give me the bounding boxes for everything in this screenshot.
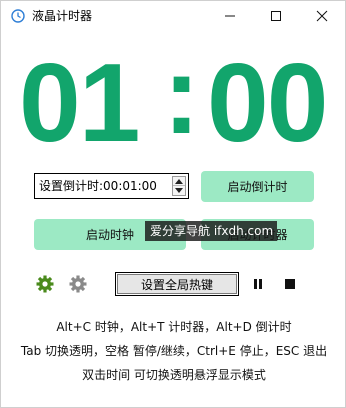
set-global-hotkey-button[interactable]: 设置全局热键: [115, 272, 239, 296]
close-button[interactable]: [299, 1, 345, 31]
maximize-button[interactable]: [253, 1, 299, 31]
help-text-controls: Tab 切换透明，空格 暂停/继续，Ctrl+E 停止，ESC 退出: [20, 344, 328, 358]
countdown-time-value: 设置倒计时:00:01:00: [39, 179, 157, 193]
gear-icon[interactable]: [69, 275, 87, 293]
title-bar[interactable]: 液晶计时器: [1, 1, 345, 31]
minimize-button[interactable]: [207, 1, 253, 31]
minimize-icon: [225, 15, 235, 17]
clock-separator: :: [163, 33, 200, 157]
spin-down-button[interactable]: [173, 186, 185, 195]
clock-hours: 01: [19, 41, 140, 165]
pause-icon[interactable]: [252, 278, 264, 290]
gear-icon[interactable]: [36, 275, 54, 293]
maximize-icon: [271, 11, 281, 21]
window-title: 液晶计时器: [32, 9, 93, 23]
chevron-up-icon: [175, 178, 183, 184]
stop-icon[interactable]: [285, 279, 295, 289]
time-display[interactable]: 01 : 00: [15, 35, 337, 165]
timer-window: 液晶计时器 01 : 00 设置倒计时:00:01:00 启动倒计时 启动时钟 …: [0, 0, 346, 408]
countdown-spinner[interactable]: [172, 176, 186, 196]
watermark-overlay: 爱分享导航 ifxdh.com: [145, 221, 277, 241]
countdown-time-input[interactable]: 设置倒计时:00:01:00: [34, 173, 189, 199]
chevron-down-icon: [175, 188, 183, 193]
close-icon: [316, 10, 328, 22]
clock-app-icon: [11, 9, 25, 23]
help-text-floating-mode: 双击时间 可切换透明悬浮显示模式: [82, 368, 266, 382]
clock-minutes: 00: [207, 41, 328, 165]
start-countdown-button[interactable]: 启动倒计时: [201, 171, 314, 202]
help-text-shortcuts: Alt+C 时钟，Alt+T 计时器，Alt+D 倒计时: [56, 320, 292, 334]
spin-up-button[interactable]: [173, 177, 185, 186]
